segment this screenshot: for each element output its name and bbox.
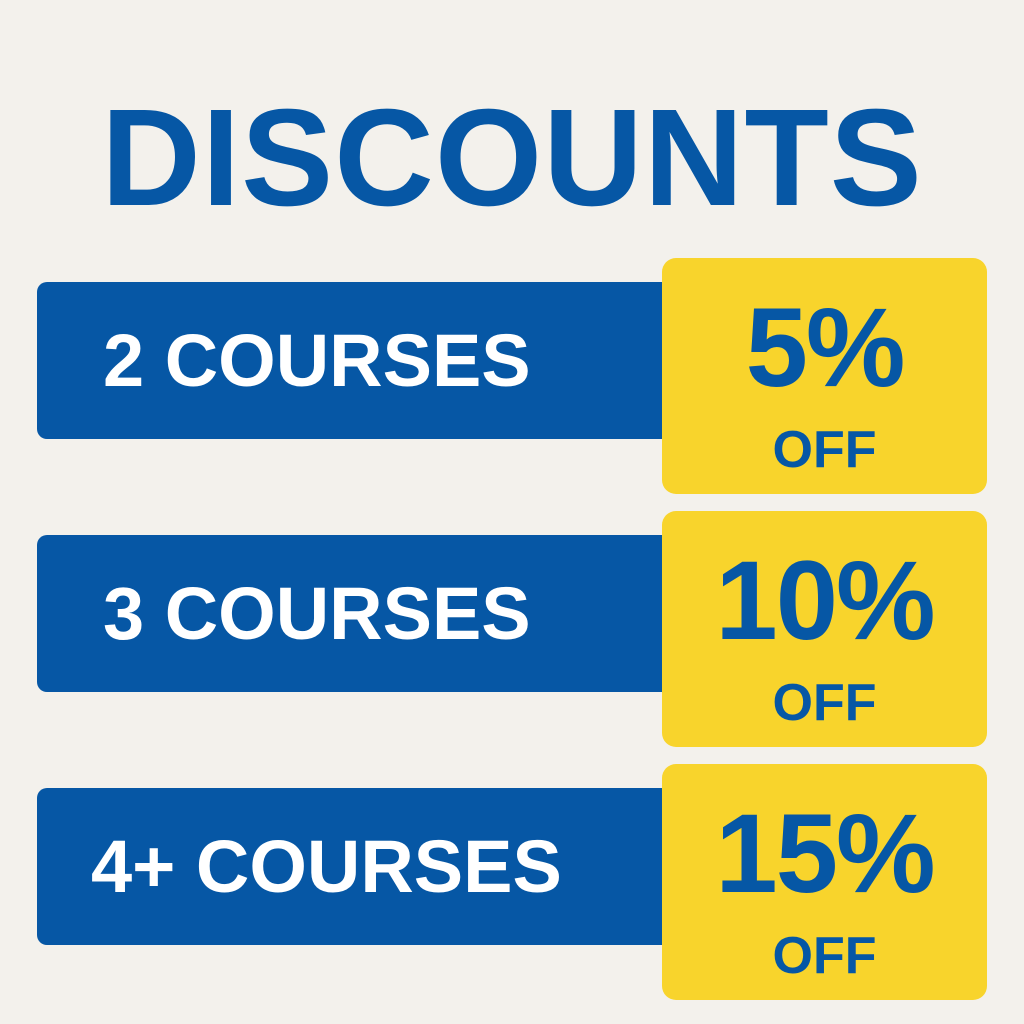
discount-off-label: OFF <box>772 927 877 985</box>
tier-label-bar: 3 COURSES <box>37 535 677 692</box>
discount-badge: 15% OFF <box>662 764 987 1000</box>
discount-off-label: OFF <box>772 421 877 479</box>
tier-label: 3 COURSES <box>103 571 531 655</box>
tier-label-bar: 4+ COURSES <box>37 788 677 945</box>
discount-badge: 5% OFF <box>662 258 987 494</box>
discount-tier-3-courses: 3 COURSES 10% OFF <box>37 511 987 747</box>
discount-badge: 10% OFF <box>662 511 987 747</box>
page-title: DISCOUNTS <box>101 81 923 235</box>
discount-percent: 10% <box>715 538 935 663</box>
tier-label: 4+ COURSES <box>91 824 562 908</box>
tier-label: 2 COURSES <box>103 318 531 402</box>
discount-off-label: OFF <box>772 674 877 732</box>
discount-percent: 5% <box>745 285 906 410</box>
discount-tier-2-courses: 2 COURSES 5% OFF <box>37 258 987 494</box>
tier-label-bar: 2 COURSES <box>37 282 677 439</box>
discount-percent: 15% <box>715 791 935 916</box>
discount-tier-4-plus-courses: 4+ COURSES 15% OFF <box>37 764 987 1000</box>
